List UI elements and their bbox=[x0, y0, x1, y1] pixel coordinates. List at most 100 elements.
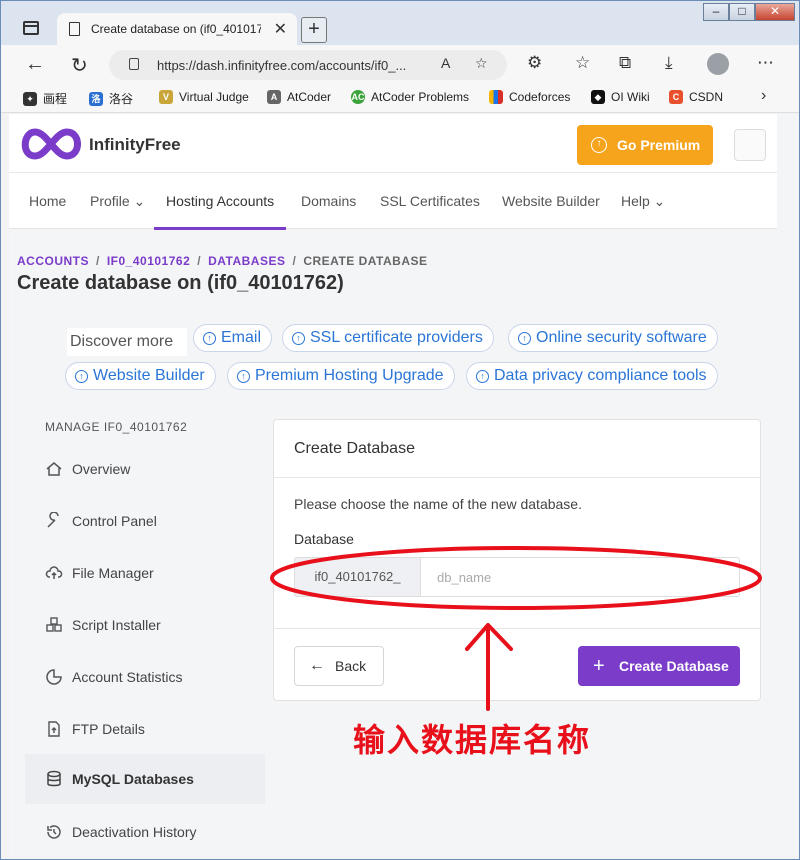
sidebar-item-label: Control Panel bbox=[72, 513, 157, 529]
brand-name[interactable]: InfinityFree bbox=[89, 135, 181, 155]
bookmark-item[interactable]: V Virtual Judge bbox=[159, 90, 249, 104]
chip-label: Data privacy compliance tools bbox=[494, 367, 707, 384]
database-name-input[interactable] bbox=[420, 557, 740, 597]
chip-email[interactable]: ↑ Email bbox=[193, 324, 273, 352]
bookmark-item[interactable]: C CSDN bbox=[669, 90, 723, 104]
back-label: Back bbox=[335, 658, 367, 674]
chip-label: Online security software bbox=[536, 329, 707, 346]
sidebar-item-ftp-details[interactable]: FTP Details bbox=[25, 704, 265, 754]
tab-bar: Create database on (if0_40101762 ✕ + – □… bbox=[1, 1, 799, 45]
browser-tab[interactable]: Create database on (if0_40101762 ✕ bbox=[57, 13, 297, 45]
breadcrumb-account[interactable]: IF0_40101762 bbox=[107, 254, 190, 268]
bookmark-item[interactable]: AC AtCoder Problems bbox=[351, 90, 469, 104]
chip-security-software[interactable]: ↑ Online security software bbox=[508, 324, 718, 352]
collections-icon[interactable]: ⧉ bbox=[619, 53, 631, 73]
lock-icon[interactable] bbox=[129, 58, 139, 70]
breadcrumb-accounts[interactable]: ACCOUNTS bbox=[17, 254, 89, 268]
breadcrumb-databases[interactable]: DATABASES bbox=[208, 254, 285, 268]
chip-website-builder[interactable]: ↑ Website Builder bbox=[65, 362, 216, 390]
arrow-up-circle-icon: ↑ bbox=[75, 370, 88, 383]
create-label: Create Database bbox=[619, 658, 729, 674]
sidebar-item-file-manager[interactable]: File Manager bbox=[25, 548, 265, 598]
tab-close-icon[interactable]: ✕ bbox=[274, 19, 287, 39]
home-icon bbox=[46, 462, 62, 476]
form-description: Please choose the name of the new databa… bbox=[294, 496, 582, 512]
user-menu-button[interactable] bbox=[734, 129, 766, 161]
more-menu-icon[interactable]: ⋯ bbox=[757, 53, 774, 73]
sidebar-item-overview[interactable]: Overview bbox=[25, 444, 265, 494]
nav-hosting-accounts[interactable]: Hosting Accounts bbox=[166, 193, 274, 209]
bookmark-icon: A bbox=[267, 90, 281, 104]
arrow-up-circle-icon: ↑ bbox=[292, 332, 305, 345]
bookmark-item[interactable]: Codeforces bbox=[489, 90, 570, 104]
new-tab-button[interactable]: + bbox=[301, 17, 327, 43]
database-prefix: if0_40101762_ bbox=[294, 557, 420, 597]
bookmark-item[interactable]: ◆ OI Wiki bbox=[591, 90, 650, 104]
back-arrow-icon[interactable]: ← bbox=[25, 53, 45, 76]
chip-label: SSL certificate providers bbox=[310, 329, 483, 346]
maximize-button[interactable]: □ bbox=[729, 3, 755, 21]
bookmark-item[interactable]: A AtCoder bbox=[267, 90, 331, 104]
arrow-up-circle-icon: ↑ bbox=[591, 137, 607, 153]
chip-premium-upgrade[interactable]: ↑ Premium Hosting Upgrade bbox=[227, 362, 455, 390]
chip-label: Website Builder bbox=[93, 367, 205, 384]
chevron-right-icon[interactable]: › bbox=[761, 87, 766, 105]
sidebar-item-label: FTP Details bbox=[72, 721, 145, 737]
sidebar-item-control-panel[interactable]: Control Panel bbox=[25, 496, 265, 546]
sidebar-item-label: Overview bbox=[72, 461, 131, 477]
history-icon bbox=[47, 825, 61, 839]
arrow-left-icon: ← bbox=[309, 657, 325, 674]
sidebar-item-label: File Manager bbox=[72, 565, 154, 581]
window-menu-icon[interactable] bbox=[23, 21, 39, 35]
chip-data-privacy[interactable]: ↑ Data privacy compliance tools bbox=[466, 362, 718, 390]
reload-icon[interactable]: ↻ bbox=[71, 53, 88, 78]
bookmark-label: Virtual Judge bbox=[179, 90, 249, 104]
nav-website-builder[interactable]: Website Builder bbox=[502, 193, 600, 209]
sidebar-item-label: MySQL Databases bbox=[72, 771, 194, 787]
chip-ssl-providers[interactable]: ↑ SSL certificate providers bbox=[282, 324, 494, 352]
nav-domains[interactable]: Domains bbox=[301, 193, 356, 209]
nav-help[interactable]: Help ⌄ bbox=[621, 193, 665, 210]
sidebar-item-deactivation-history[interactable]: Deactivation History bbox=[25, 807, 265, 856]
go-premium-button[interactable]: ↑ Go Premium bbox=[577, 125, 713, 165]
nav-ssl-certificates[interactable]: SSL Certificates bbox=[380, 193, 480, 209]
divider bbox=[274, 628, 760, 629]
bookmark-item[interactable]: ✦ 画程 bbox=[23, 90, 67, 107]
bookmark-icon: 洛 bbox=[89, 91, 103, 106]
address-toolbar: ← ↻ https://dash.infinityfree.com/accoun… bbox=[1, 45, 799, 83]
bookmark-icon bbox=[489, 90, 503, 104]
sidebar-item-script-installer[interactable]: Script Installer bbox=[25, 600, 265, 650]
bookmark-icon: AC bbox=[351, 90, 365, 104]
sidebar-item-account-statistics[interactable]: Account Statistics bbox=[25, 652, 265, 702]
sidebar-item-label: Deactivation History bbox=[72, 824, 197, 840]
minimize-button[interactable]: – bbox=[703, 3, 729, 21]
chevron-down-icon: ⌄ bbox=[129, 193, 146, 209]
chevron-down-icon: ⌄ bbox=[649, 193, 666, 209]
read-aloud-icon[interactable]: A bbox=[441, 55, 450, 71]
profile-avatar-icon[interactable] bbox=[707, 53, 729, 75]
back-button[interactable]: ← Back bbox=[294, 646, 384, 686]
nav-home[interactable]: Home bbox=[29, 193, 66, 209]
breadcrumb: ACCOUNTS / IF0_40101762 / DATABASES / CREATE D… bbox=[17, 254, 428, 268]
extensions-icon[interactable]: ⚙ bbox=[527, 53, 542, 73]
breadcrumb-separator: / bbox=[96, 254, 100, 268]
downloads-icon[interactable]: ⤓ bbox=[665, 53, 673, 73]
page-title: Create database on (if0_40101762) bbox=[17, 272, 344, 294]
browser-window: Create database on (if0_40101762 ✕ + – □… bbox=[0, 0, 800, 860]
bookmark-label: 画程 bbox=[43, 92, 68, 106]
arrow-up-circle-icon: ↑ bbox=[237, 370, 250, 383]
favorites-icon[interactable]: ☆ bbox=[575, 53, 590, 73]
sidebar-item-mysql-databases[interactable]: MySQL Databases bbox=[25, 754, 265, 804]
bookmark-item[interactable]: 洛洛谷 bbox=[89, 90, 133, 107]
add-favorite-icon[interactable]: ☆ bbox=[475, 55, 488, 72]
address-bar[interactable]: https://dash.infinityfree.com/accounts/i… bbox=[109, 50, 507, 80]
infinityfree-logo-icon[interactable] bbox=[17, 126, 85, 162]
url-text[interactable]: https://dash.infinityfree.com/accounts/i… bbox=[157, 58, 406, 73]
close-window-button[interactable]: ✕ bbox=[755, 3, 795, 21]
create-database-button[interactable]: + Create Database bbox=[578, 646, 740, 686]
nav-profile[interactable]: Profile ⌄ bbox=[90, 193, 145, 210]
sidebar-item-label: Script Installer bbox=[72, 617, 161, 633]
arrow-up-circle-icon: ↑ bbox=[203, 332, 216, 345]
bookmark-label: CSDN bbox=[689, 90, 724, 104]
page-icon bbox=[69, 22, 80, 36]
